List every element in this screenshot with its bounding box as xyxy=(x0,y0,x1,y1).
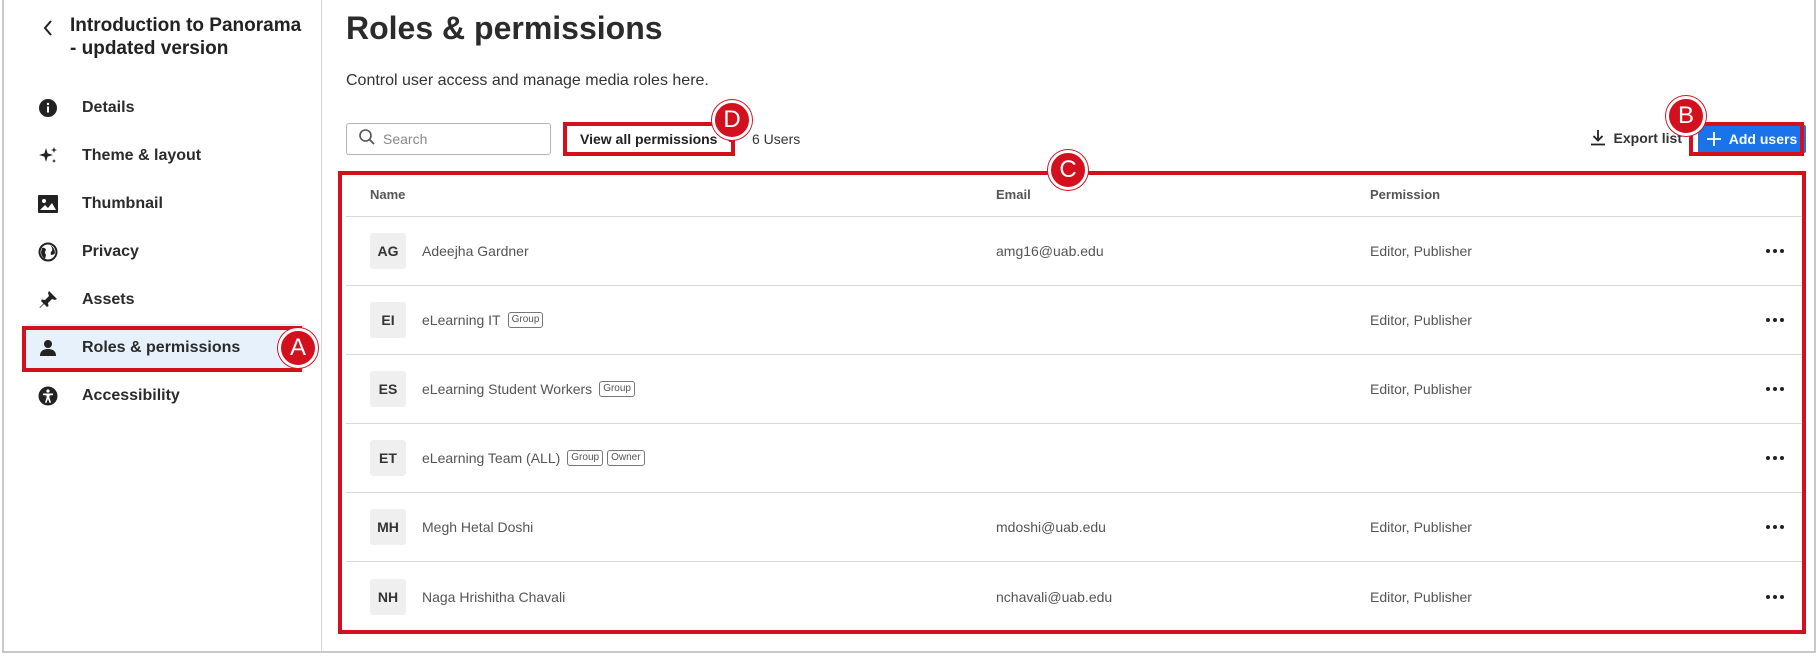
image-icon xyxy=(36,192,60,216)
sidebar-item-label: Accessibility xyxy=(82,387,180,404)
search-box[interactable] xyxy=(346,123,551,155)
sidebar-item-accessibility[interactable]: Accessibility xyxy=(26,372,304,420)
highlight-c xyxy=(338,171,1806,634)
highlight-d xyxy=(563,122,735,156)
callout-a: A xyxy=(278,328,318,368)
highlight-a xyxy=(22,326,302,372)
search-icon xyxy=(359,128,375,150)
media-title: Introduction to Panorama - updated versi… xyxy=(70,15,302,59)
page-subtitle: Control user access and manage media rol… xyxy=(346,72,709,89)
sparkle-icon xyxy=(36,144,60,168)
callout-b: B xyxy=(1666,96,1706,136)
export-list-label: Export list xyxy=(1613,129,1682,146)
page-title: Roles & permissions xyxy=(346,10,663,46)
sidebar-item-label: Thumbnail xyxy=(82,195,163,212)
chevron-left-icon[interactable] xyxy=(38,16,58,40)
callout-d: D xyxy=(712,100,752,140)
sidebar-item-details[interactable]: Details xyxy=(26,84,304,132)
sidebar-item-label: Assets xyxy=(82,291,135,308)
sidebar-item-assets[interactable]: Assets xyxy=(26,276,304,324)
globe-icon xyxy=(36,240,60,264)
info-icon xyxy=(36,96,60,120)
download-icon xyxy=(1590,129,1606,146)
back-link[interactable]: Introduction to Panorama - updated versi… xyxy=(38,14,310,60)
callout-c: C xyxy=(1048,150,1088,190)
sidebar-item-label: Details xyxy=(82,99,135,116)
pin-icon xyxy=(36,288,60,312)
sidebar-item-thumbnail[interactable]: Thumbnail xyxy=(26,180,304,228)
highlight-b xyxy=(1689,122,1804,156)
user-count: 6 Users xyxy=(752,131,801,147)
sidebar-item-theme-layout[interactable]: Theme & layout xyxy=(26,132,304,180)
sidebar-item-label: Privacy xyxy=(82,243,139,260)
search-input[interactable] xyxy=(383,131,543,147)
sidebar-item-privacy[interactable]: Privacy xyxy=(26,228,304,276)
export-list-button[interactable]: Export list xyxy=(1590,129,1682,146)
sidebar-item-label: Theme & layout xyxy=(82,147,202,164)
accessibility-icon xyxy=(36,384,60,408)
